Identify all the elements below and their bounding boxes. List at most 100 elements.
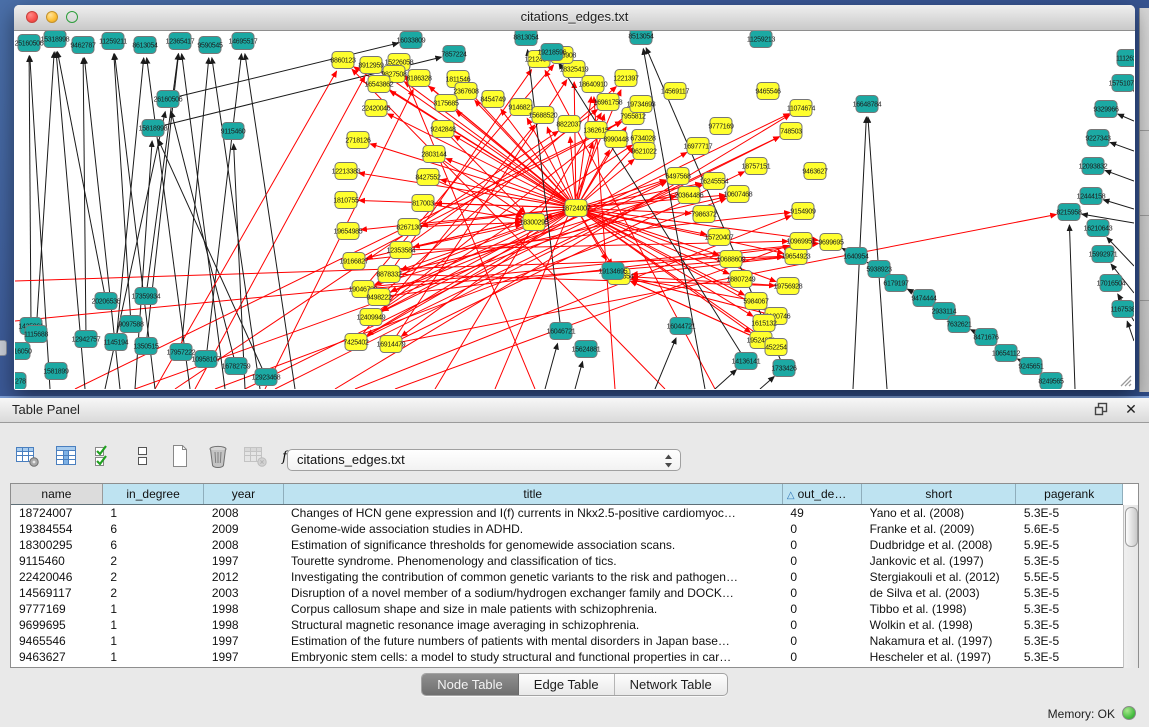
graph-node[interactable]: 10654112 bbox=[992, 345, 1021, 362]
table-row[interactable]: 946362711997Embryonic stem cells: a mode… bbox=[11, 649, 1123, 665]
graph-node[interactable]: 16543862 bbox=[365, 76, 394, 93]
tab-network-table[interactable]: Network Table bbox=[615, 674, 727, 695]
graph-node[interactable]: 8822037 bbox=[556, 116, 582, 133]
graph-node[interactable]: 17016504 bbox=[1097, 275, 1126, 292]
table-row[interactable]: 1830029562008Estimation of significance … bbox=[11, 537, 1123, 553]
table-row[interactable]: 1872400712008Changes of HCN gene express… bbox=[11, 504, 1123, 521]
graph-node[interactable]: 19654923 bbox=[782, 248, 811, 265]
table-scrollbar-thumb[interactable] bbox=[1125, 507, 1138, 547]
graph-node[interactable]: 19218596 bbox=[538, 44, 567, 61]
panel-collapse-handle[interactable] bbox=[0, 340, 7, 356]
graph-node[interactable]: 1733426 bbox=[771, 360, 797, 377]
graph-node[interactable]: 1145194 bbox=[104, 334, 129, 351]
graph-node[interactable]: 15720407 bbox=[705, 229, 734, 246]
graph-node[interactable]: 16044721 bbox=[667, 318, 696, 335]
graph-node[interactable]: 9699695 bbox=[818, 234, 844, 251]
float-panel-icon[interactable] bbox=[1093, 401, 1109, 417]
graph-node[interactable]: 9463627 bbox=[802, 163, 828, 180]
graph-node[interactable]: 18724007 bbox=[562, 200, 591, 217]
graph-node[interactable]: 3175685 bbox=[433, 95, 459, 112]
table-row[interactable]: 1456911722003Disruption of a novel membe… bbox=[11, 585, 1123, 601]
graph-node[interactable]: 12353584 bbox=[387, 242, 416, 259]
graph-node[interactable]: 14136141 bbox=[732, 353, 761, 370]
graph-node[interactable]: 1221397 bbox=[613, 70, 639, 87]
graph-node[interactable]: 817003 bbox=[412, 195, 434, 212]
graph-node[interactable]: 1167538 bbox=[1111, 301, 1134, 318]
graph-node[interactable]: 9245651 bbox=[1018, 358, 1044, 375]
tab-edge-table[interactable]: Edge Table bbox=[519, 674, 615, 695]
graph-node[interactable]: 8471676 bbox=[973, 329, 999, 346]
graph-node[interactable]: 9154909 bbox=[790, 203, 816, 220]
graph-node[interactable]: 19734693 bbox=[627, 96, 656, 113]
graph-node[interactable]: 12444158 bbox=[1077, 188, 1106, 205]
graph-node[interactable]: 18300295 bbox=[520, 214, 549, 231]
graph-node[interactable]: 22420046 bbox=[362, 100, 391, 117]
graph-node[interactable]: 8427552 bbox=[415, 169, 441, 186]
graph-node[interactable]: 2367608 bbox=[453, 83, 479, 100]
resize-grip[interactable] bbox=[1118, 373, 1132, 387]
graph-node[interactable]: 9474444 bbox=[911, 290, 937, 307]
tab-node-table[interactable]: Node Table bbox=[422, 674, 519, 695]
graph-node[interactable]: 8267130 bbox=[396, 219, 422, 236]
graph-node[interactable]: 12923468 bbox=[252, 369, 281, 386]
graph-node[interactable]: 8513054 bbox=[628, 31, 654, 45]
graph-node[interactable]: 19166827 bbox=[340, 253, 369, 270]
network-canvas[interactable]: 1872400788601238912959152260589827508818… bbox=[15, 31, 1134, 389]
graph-node[interactable]: 6497568 bbox=[665, 168, 691, 185]
graph-node[interactable]: 8813054 bbox=[513, 31, 539, 46]
graph-node[interactable]: 19654985 bbox=[334, 223, 363, 240]
graph-node[interactable]: 16961758 bbox=[594, 94, 623, 111]
graph-node[interactable]: 9621022 bbox=[631, 143, 657, 160]
memory-status-indicator[interactable] bbox=[1122, 706, 1136, 720]
graph-node[interactable]: 19756928 bbox=[774, 278, 803, 295]
delete-table-button[interactable] bbox=[240, 440, 272, 472]
column-header-title[interactable]: title bbox=[283, 484, 782, 504]
graph-node[interactable]: 1615132 bbox=[751, 315, 777, 332]
graph-node[interactable]: 7857224 bbox=[441, 46, 467, 63]
graph-node[interactable]: 15688520 bbox=[529, 107, 558, 124]
graph-node[interactable]: 9590545 bbox=[197, 37, 223, 54]
graph-node[interactable]: 14695517 bbox=[229, 33, 258, 50]
graph-node[interactable]: 1581899 bbox=[43, 363, 69, 380]
graph-node[interactable]: 7425402 bbox=[343, 334, 369, 351]
table-row[interactable]: 2242004622012Investigating the contribut… bbox=[11, 569, 1123, 585]
table-source-select[interactable]: citations_edges.txt bbox=[287, 449, 681, 471]
graph-node[interactable]: 8215958 bbox=[1056, 204, 1082, 221]
graph-node[interactable]: 2616050 bbox=[15, 343, 32, 360]
graph-node[interactable]: 8249565 bbox=[1038, 373, 1064, 390]
table-row[interactable]: 977716911998Corpus callosum shape and si… bbox=[11, 601, 1123, 617]
graph-node[interactable]: 1350515 bbox=[133, 338, 159, 355]
graph-node[interactable]: 16033809 bbox=[397, 32, 426, 49]
graph-node[interactable]: 10607468 bbox=[724, 186, 753, 203]
graph-node[interactable]: 16648784 bbox=[853, 96, 882, 113]
graph-node[interactable]: 16245554 bbox=[700, 173, 729, 190]
graph-node[interactable]: 11259213 bbox=[747, 31, 776, 48]
graph-node[interactable]: 16977717 bbox=[684, 138, 713, 155]
graph-node[interactable]: 8990448 bbox=[603, 131, 629, 148]
graph-node[interactable]: 16782759 bbox=[222, 358, 251, 375]
graph-node[interactable]: 1810755 bbox=[333, 192, 359, 209]
graph-node[interactable]: 946278 bbox=[15, 373, 26, 390]
graph-node[interactable]: 15624881 bbox=[572, 341, 601, 358]
graph-node[interactable]: 12942757 bbox=[72, 331, 101, 348]
graph-node[interactable]: 8454749 bbox=[480, 91, 506, 108]
column-header-pagerank[interactable]: pagerank bbox=[1016, 484, 1123, 504]
graph-node[interactable]: 11074674 bbox=[787, 100, 816, 117]
graph-node[interactable]: 8613054 bbox=[132, 37, 158, 54]
graph-node[interactable]: 9097588 bbox=[118, 316, 144, 333]
graph-node[interactable]: 11259211 bbox=[99, 33, 127, 50]
graph-node[interactable]: 15992971 bbox=[1089, 246, 1118, 263]
graph-node[interactable]: 12365417 bbox=[166, 33, 195, 50]
table-scrollbar[interactable] bbox=[1123, 505, 1138, 668]
graph-node[interactable]: 14569117 bbox=[661, 83, 690, 100]
column-header-short[interactable]: short bbox=[862, 484, 1016, 504]
column-header-in_degree[interactable]: in_degree bbox=[102, 484, 204, 504]
graph-node[interactable]: 25160506 bbox=[15, 35, 44, 52]
graph-node[interactable]: 6179197 bbox=[883, 275, 909, 292]
graph-node[interactable]: 2718126 bbox=[345, 132, 371, 149]
graph-node[interactable]: 17359934 bbox=[132, 288, 161, 305]
delete-rows-button[interactable] bbox=[202, 440, 234, 472]
graph-node[interactable]: 9777169 bbox=[708, 118, 734, 135]
graph-node[interactable]: 18807249 bbox=[727, 271, 756, 288]
graph-node[interactable]: 8912959 bbox=[358, 57, 384, 74]
